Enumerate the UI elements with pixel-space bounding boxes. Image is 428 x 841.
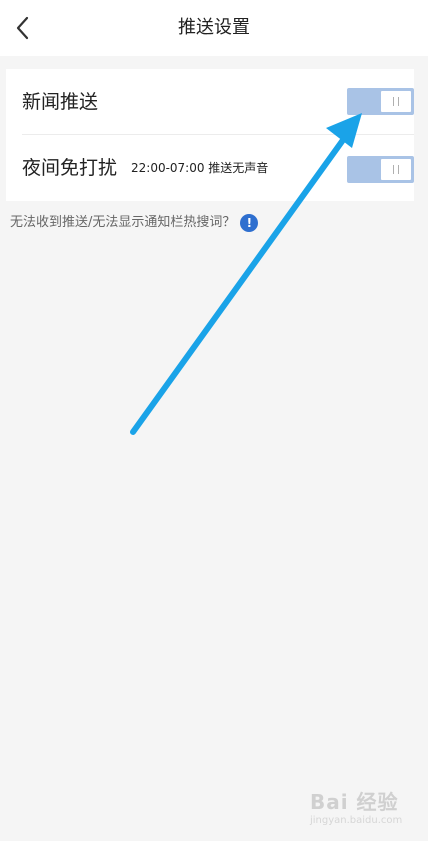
setting-label-news-push: 新闻推送 — [22, 91, 99, 113]
setting-row-do-not-disturb: 夜间免打扰 22:00-07:00 推送无声音 — [6, 135, 414, 201]
news-push-toggle[interactable] — [347, 88, 414, 115]
help-link[interactable]: 无法收到推送/无法显示通知栏热搜词？ ! — [10, 213, 259, 233]
setting-label-do-not-disturb: 夜间免打扰 — [22, 157, 118, 179]
toggle-knob — [381, 91, 411, 112]
settings-card: 新闻推送 夜间免打扰 22:00-07:00 推送无声音 — [6, 69, 414, 201]
help-text: 无法收到推送/无法显示通知栏热搜词？ — [10, 215, 236, 230]
watermark-logo: Bai 经验 — [310, 790, 399, 814]
page-title: 推送设置 — [178, 17, 250, 38]
watermark: Bai 经验 jingyan.baidu.com — [310, 790, 420, 834]
toggle-knob — [381, 159, 411, 180]
top-bar: 推送设置 — [0, 0, 428, 56]
info-icon[interactable]: ! — [240, 214, 259, 232]
do-not-disturb-toggle[interactable] — [347, 156, 414, 183]
setting-row-news-push: 新闻推送 — [6, 69, 414, 135]
setting-sublabel-do-not-disturb: 22:00-07:00 推送无声音 — [131, 161, 269, 175]
watermark-url: jingyan.baidu.com — [310, 815, 403, 826]
